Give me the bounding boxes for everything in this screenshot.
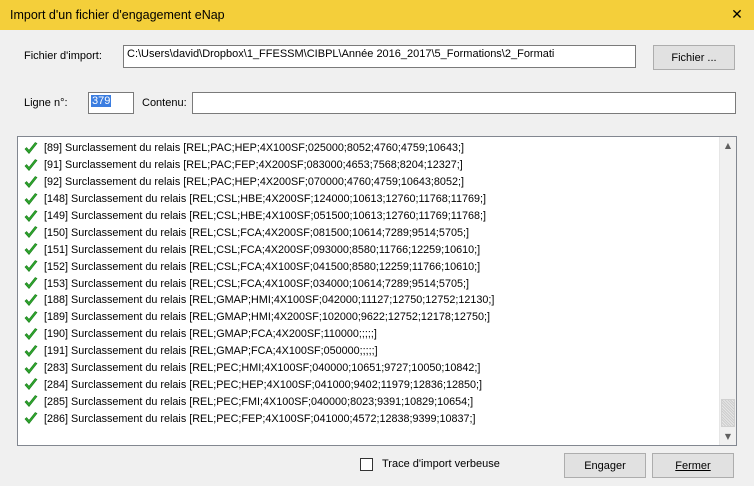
scroll-down-icon[interactable]: ▼	[720, 428, 736, 445]
log-row-text: [283] Surclassement du relais [REL;PEC;H…	[44, 362, 481, 375]
vertical-scrollbar[interactable]: ▲ ▼	[719, 137, 736, 445]
green-check-icon	[24, 327, 38, 340]
log-row[interactable]: [150] Surclassement du relais [REL;CSL;F…	[18, 224, 719, 241]
green-check-icon	[24, 294, 38, 306]
log-row-text: [89] Surclassement du relais [REL;PAC;HE…	[44, 142, 464, 155]
green-check-icon	[24, 192, 38, 205]
green-check-icon	[24, 226, 38, 239]
close-icon[interactable]: ✕	[720, 0, 754, 30]
import-path-field[interactable]: C:\Users\david\Dropbox\1_FFESSM\CIBPL\An…	[123, 45, 636, 68]
log-row[interactable]: [191] Surclassement du relais [REL;GMAP;…	[18, 343, 719, 360]
close-button[interactable]: Fermer	[652, 453, 734, 478]
scroll-up-icon[interactable]: ▲	[720, 137, 736, 154]
file-browse-button[interactable]: Fichier ...	[653, 45, 735, 70]
log-row-text: [285] Surclassement du relais [REL;PEC;F…	[44, 395, 474, 408]
engage-button[interactable]: Engager	[564, 453, 646, 478]
green-check-icon	[24, 361, 38, 374]
log-row-text: [189] Surclassement du relais [REL;GMAP;…	[44, 311, 490, 324]
log-row[interactable]: [148] Surclassement du relais [REL;CSL;H…	[18, 191, 719, 208]
log-row[interactable]: [153] Surclassement du relais [REL;CSL;F…	[18, 275, 719, 292]
log-row-text: [284] Surclassement du relais [REL;PEC;H…	[44, 378, 482, 391]
title-bar: Import d'un fichier d'engagement eNap ✕	[0, 0, 754, 30]
log-row-text: [150] Surclassement du relais [REL;CSL;F…	[44, 226, 469, 239]
log-row-text: [148] Surclassement du relais [REL;CSL;H…	[44, 193, 486, 206]
green-check-icon	[24, 378, 38, 391]
log-row-text: [191] Surclassement du relais [REL;GMAP;…	[44, 345, 378, 358]
log-row[interactable]: [89] Surclassement du relais [REL;PAC;HE…	[18, 140, 719, 157]
log-row[interactable]: [151] Surclassement du relais [REL;CSL;F…	[18, 241, 719, 258]
green-check-icon	[24, 158, 38, 171]
green-check-icon	[24, 310, 38, 323]
window-title: Import d'un fichier d'engagement eNap	[10, 8, 225, 22]
verbose-trace-checkbox[interactable]	[360, 458, 373, 471]
log-row-text: [286] Surclassement du relais [REL;PEC;F…	[44, 412, 476, 425]
log-row[interactable]: [91] Surclassement du relais [REL;PAC;FE…	[18, 157, 719, 174]
green-check-icon	[24, 175, 38, 188]
log-row[interactable]: [188] Surclassement du relais [REL;GMAP;…	[18, 292, 719, 309]
log-row-text: [91] Surclassement du relais [REL;PAC;FE…	[44, 159, 463, 172]
file-browse-button-label: Fichier ...	[671, 51, 717, 64]
green-check-icon	[24, 344, 38, 357]
log-row-text: [188] Surclassement du relais [REL;GMAP;…	[44, 294, 495, 307]
log-row-text: [190] Surclassement du relais [REL;GMAP;…	[44, 328, 377, 341]
log-row-text: [152] Surclassement du relais [REL;CSL;F…	[44, 260, 481, 273]
log-row[interactable]: [92] Surclassement du relais [REL;PAC;HE…	[18, 174, 719, 191]
log-row-text: [149] Surclassement du relais [REL;CSL;H…	[44, 210, 486, 222]
scrollbar-thumb[interactable]	[721, 399, 735, 427]
import-log-rows: [89] Surclassement du relais [REL;PAC;HE…	[18, 140, 719, 427]
green-check-icon	[24, 209, 38, 222]
green-check-icon	[24, 243, 38, 256]
log-row[interactable]: [190] Surclassement du relais [REL;GMAP;…	[18, 326, 719, 343]
log-row[interactable]: [149] Surclassement du relais [REL;CSL;H…	[18, 208, 719, 225]
green-check-icon	[24, 412, 38, 425]
log-row-text: [151] Surclassement du relais [REL;CSL;F…	[44, 243, 481, 256]
line-number-field[interactable]: 379	[88, 92, 134, 114]
log-row[interactable]: [284] Surclassement du relais [REL;PEC;H…	[18, 376, 719, 393]
log-row[interactable]: [152] Surclassement du relais [REL;CSL;F…	[18, 258, 719, 275]
green-check-icon	[24, 142, 38, 154]
log-row-text: [153] Surclassement du relais [REL;CSL;F…	[44, 277, 469, 290]
import-log-list[interactable]: [89] Surclassement du relais [REL;PAC;HE…	[17, 136, 737, 446]
content-field[interactable]	[192, 92, 736, 114]
close-button-label: Fermer	[675, 459, 711, 472]
green-check-icon	[24, 395, 38, 408]
green-check-icon	[24, 260, 38, 273]
content-label: Contenu:	[142, 97, 187, 109]
green-check-icon	[24, 277, 38, 290]
log-row-text: [92] Surclassement du relais [REL;PAC;HE…	[44, 176, 464, 189]
engage-button-label: Engager	[584, 459, 626, 472]
line-number-label: Ligne n°:	[24, 97, 68, 109]
import-file-label: Fichier d'import:	[24, 50, 102, 62]
log-row[interactable]: [285] Surclassement du relais [REL;PEC;F…	[18, 393, 719, 410]
log-row[interactable]: [286] Surclassement du relais [REL;PEC;F…	[18, 410, 719, 427]
line-number-value: 379	[91, 95, 112, 107]
log-row[interactable]: [283] Surclassement du relais [REL;PEC;H…	[18, 360, 719, 377]
log-row[interactable]: [189] Surclassement du relais [REL;GMAP;…	[18, 309, 719, 326]
verbose-trace-label: Trace d'import verbeuse	[382, 458, 500, 470]
